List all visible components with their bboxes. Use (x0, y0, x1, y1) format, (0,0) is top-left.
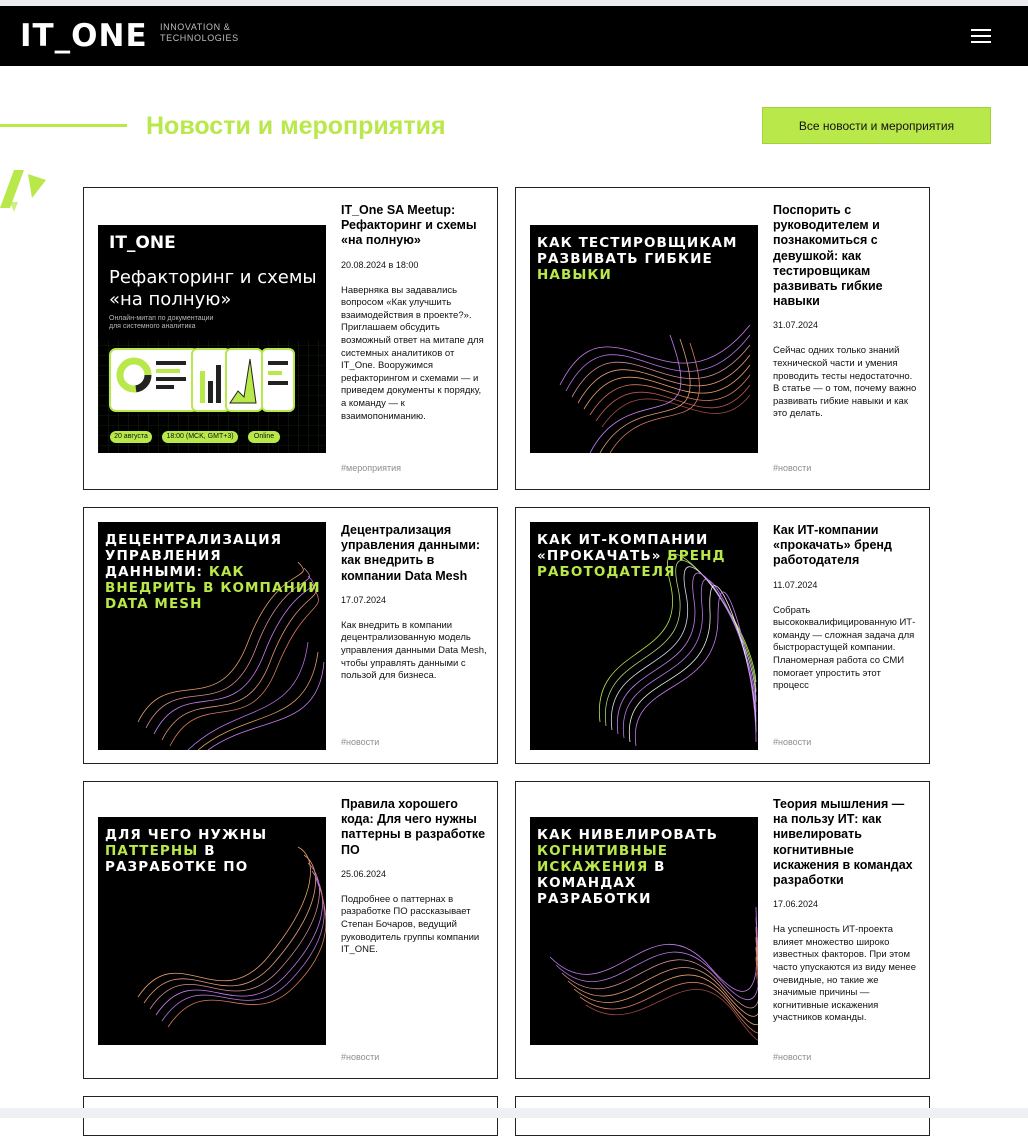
logo-tagline: INNOVATION & TECHNOLOGIES (160, 22, 239, 44)
card-tag[interactable]: #новости (773, 463, 811, 473)
card-title[interactable]: Правила хорошего кода: Для чего нужны па… (341, 797, 487, 858)
card-description: Собрать высококвалифицированную ИТ-коман… (773, 604, 916, 692)
card-date: 17.06.2024 (773, 899, 819, 910)
news-card-5[interactable]: Для чего нужны паттерны в разработке ПО … (83, 781, 498, 1079)
card-text: Поспорить с руководителем и познакомитьс… (773, 203, 919, 421)
poster-subtitle-line-2: для системного аналитика (109, 323, 196, 330)
tagline-line-2: TECHNOLOGIES (160, 33, 239, 43)
card-text: Как ИТ-компании «прокачать» бренд работо… (773, 523, 919, 693)
card-image-caption: Децентрализация управления данными: как … (105, 532, 322, 612)
card-image-caption: Как нивелировать когнитивные искажения в… (537, 827, 754, 907)
section-accent-line (0, 124, 127, 127)
card-date: 11.07.2024 (773, 579, 818, 590)
poster-diagram-graphic (98, 340, 326, 453)
caption-white: Децентрализация управления данными: (105, 532, 283, 580)
card-description: На успешность ИТ-проекта влияет множеств… (773, 924, 916, 1024)
poster-format-pill: Online (248, 431, 280, 443)
poster-title-line-2: «на полную» (109, 289, 232, 310)
card-image-caption: Для чего нужны паттерны в разработке ПО (105, 827, 322, 875)
card-image: Как ИТ-компании «прокачать» бренд работо… (530, 522, 758, 750)
decor-arrows-icon (0, 170, 46, 212)
card-image-caption: Как ИТ-компании «прокачать» бренд работо… (537, 532, 754, 580)
card-description: Сейчас одних только знаний технической ч… (773, 345, 917, 420)
news-card-4[interactable]: Как ИТ-компании «прокачать» бренд работо… (515, 507, 930, 764)
card-tag[interactable]: #новости (773, 737, 811, 747)
card-title[interactable]: Теория мышления — на пользу ИТ: как ниве… (773, 797, 919, 888)
card-title[interactable]: Децентрализация управления данными: как … (341, 523, 487, 584)
caption-white: Для чего нужны (105, 827, 268, 843)
card-text: Децентрализация управления данными: как … (341, 523, 487, 683)
card-date: 20.08.2024 в 18:00 (341, 259, 419, 270)
card-date: 25.06.2024 (341, 868, 387, 879)
card-tag[interactable]: #новости (341, 737, 379, 747)
card-text: IT_One SA Meetup: Рефакторинг и схемы «н… (341, 203, 487, 423)
card-tag[interactable]: #новости (773, 1052, 811, 1062)
card-tag[interactable]: #мероприятия (341, 463, 401, 473)
section-title: Новости и мероприятия (146, 112, 446, 140)
card-description: Как внедрить в компании децентрализованн… (341, 619, 487, 682)
poster-subtitle: Онлайн-митап по документации для системн… (109, 315, 213, 331)
poster-title-line-1: Рефакторинг и схемы (109, 267, 317, 288)
caption-white: Как нивелировать (537, 827, 719, 843)
card-text: Правила хорошего кода: Для чего нужны па… (341, 797, 487, 957)
poster-title: Рефакторинг и схемы «на полную» (109, 267, 317, 311)
card-date: 17.07.2024 (341, 594, 387, 605)
all-news-button[interactable]: Все новости и мероприятия (762, 107, 991, 144)
site-header: IT_ONE INNOVATION & TECHNOLOGIES (0, 6, 1028, 66)
tagline-line-1: INNOVATION & (160, 22, 231, 32)
news-card-6[interactable]: Как нивелировать когнитивные искажения в… (515, 781, 930, 1079)
caption-green: когнитивные искажения (537, 843, 669, 875)
card-image: Для чего нужны паттерны в разработке ПО (98, 817, 326, 1045)
caption-green: паттерны (105, 843, 199, 859)
news-card-3[interactable]: Децентрализация управления данными: как … (83, 507, 498, 764)
meetup-poster-image: IT_ONE Рефакторинг и схемы «на полную» О… (98, 225, 326, 453)
poster-logo: IT_ONE (109, 233, 176, 253)
card-text: Теория мышления — на пользу ИТ: как ниве… (773, 797, 919, 1025)
caption-green: навыки (537, 267, 612, 283)
card-image: Как нивелировать когнитивные искажения в… (530, 817, 758, 1045)
card-title[interactable]: IT_One SA Meetup: Рефакторинг и схемы «н… (341, 203, 487, 249)
card-date: 31.07.2024 (773, 320, 819, 331)
caption-white: Как тестировщикам развивать гибкие (537, 235, 738, 267)
poster-time-pill: 18:00 (MCK, GMT+3) (162, 431, 238, 443)
poster-subtitle-line-1: Онлайн-митап по документации (109, 315, 214, 322)
card-tag[interactable]: #новости (341, 1052, 379, 1062)
news-card-1[interactable]: IT_ONE Рефакторинг и схемы «на полную» О… (83, 187, 498, 490)
card-image: Децентрализация управления данными: как … (98, 522, 326, 750)
card-title[interactable]: Как ИТ-компании «прокачать» бренд работо… (773, 523, 919, 569)
bottom-strip (0, 1108, 1028, 1118)
card-title[interactable]: Поспорить с руководителем и познакомитьс… (773, 203, 919, 309)
poster-date-pill: 20 августа (110, 431, 152, 443)
hamburger-menu-icon[interactable] (960, 22, 1002, 50)
card-description: Подробнее о паттернах в разработке ПО ра… (341, 893, 480, 956)
news-card-2[interactable]: Как тестировщикам развивать гибкие навык… (515, 187, 930, 490)
card-description: Наверняка вы задавались вопросом «Как ул… (341, 284, 484, 422)
card-image: Как тестировщикам развивать гибкие навык… (530, 225, 758, 453)
logo[interactable]: IT_ONE (20, 17, 148, 55)
card-image-caption: Как тестировщикам развивать гибкие навык… (537, 235, 754, 283)
